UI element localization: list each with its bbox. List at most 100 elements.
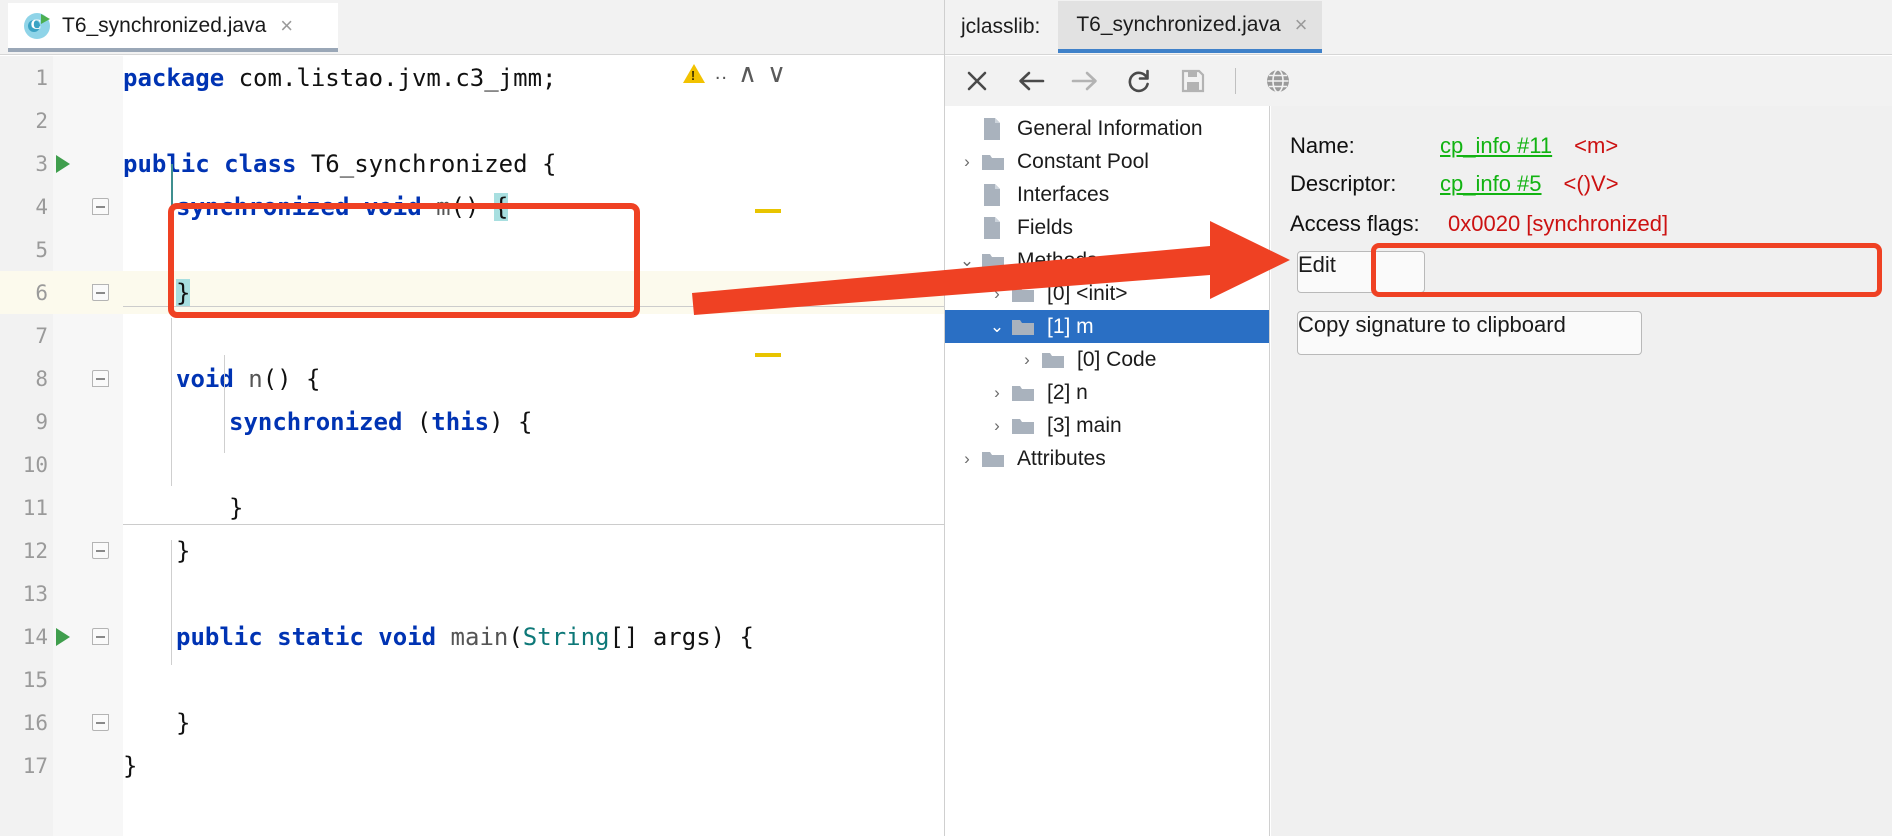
line-number: 16 <box>22 710 48 735</box>
code-line[interactable]: 13 <box>0 572 944 615</box>
code-line[interactable]: 14 public static void main(String[] args)… <box>0 615 944 658</box>
member-separator <box>123 306 944 307</box>
copy-signature-button[interactable]: Copy signature to clipboard <box>1297 311 1642 355</box>
chevron-down-icon[interactable]: ∨ <box>767 60 786 86</box>
folder-icon <box>1011 317 1039 337</box>
tree-item-0-code[interactable]: › [0] Code <box>945 343 1269 376</box>
code-line[interactable]: 5 <box>0 228 944 271</box>
tree-item-methods[interactable]: ⌄ Methods <box>945 244 1269 277</box>
globe-icon[interactable] <box>1262 65 1294 97</box>
fold-toggle-icon[interactable] <box>78 370 123 387</box>
line-number: 4 <box>35 194 48 219</box>
code-line[interactable]: 11} <box>0 486 944 529</box>
descriptor-value: <()V> <box>1563 171 1619 196</box>
code-line[interactable]: 1 package com.listao.jvm.c3_jmm; <box>0 56 944 99</box>
code-line[interactable]: 4 synchronized void m() { <box>0 185 944 228</box>
tree-item-label: Attributes <box>1017 446 1106 470</box>
run-gutter-icon[interactable] <box>48 627 78 646</box>
tree-item-attributes[interactable]: › Attributes <box>945 442 1269 475</box>
code-line[interactable]: 2 <box>0 99 944 142</box>
access-flags-value: 0x0020 [synchronized] <box>1448 211 1669 236</box>
code-line[interactable]: 12} <box>0 529 944 572</box>
code-line[interactable]: 10 <box>0 443 944 486</box>
code-line[interactable]: 16} <box>0 701 944 744</box>
line-number: 9 <box>35 409 48 434</box>
code-text: } <box>229 493 244 522</box>
code-line[interactable]: 3 public class T6_synchronized { <box>0 142 944 185</box>
tree-item-0-init[interactable]: › [0] <init> <box>945 277 1269 310</box>
close-icon[interactable]: × <box>1295 14 1308 36</box>
name-cp-link[interactable]: cp_info #11 <box>1440 133 1552 159</box>
file-icon <box>981 183 1009 207</box>
run-gutter-icon[interactable] <box>48 154 78 173</box>
java-class-icon: C <box>24 12 50 39</box>
name-value: <m> <box>1574 133 1619 158</box>
chevron-right-icon[interactable]: › <box>953 449 981 469</box>
code-line[interactable]: 8 void n() { <box>0 357 944 400</box>
code-line[interactable]: 9 synchronized (this) { <box>0 400 944 443</box>
line-number: 2 <box>35 108 48 133</box>
code-text: } <box>176 708 191 737</box>
forward-arrow-icon <box>1069 65 1101 97</box>
line-number: 13 <box>22 581 48 606</box>
close-icon[interactable] <box>961 65 993 97</box>
code-line[interactable]: 17} <box>0 744 944 787</box>
tree-item-fields[interactable]: Fields <box>945 211 1269 244</box>
line-number: 6 <box>35 280 48 305</box>
tree-item-label: Constant Pool <box>1017 149 1149 173</box>
fold-toggle-icon[interactable] <box>78 628 123 645</box>
line-number: 1 <box>35 65 48 90</box>
chevron-right-icon[interactable]: › <box>983 284 1011 304</box>
fold-toggle-icon[interactable] <box>78 198 123 215</box>
close-icon[interactable]: × <box>280 14 293 37</box>
line-number: 8 <box>35 366 48 391</box>
line-number: 5 <box>35 237 48 262</box>
tree-item-2-n[interactable]: › [2] n <box>945 376 1269 409</box>
editor-tab-label: T6_synchronized.java <box>62 13 267 37</box>
code-line[interactable]: 15 <box>0 658 944 701</box>
tree-item-interfaces[interactable]: Interfaces <box>945 178 1269 211</box>
inspection-widget: .. ∧ ∨ <box>682 60 786 86</box>
chevron-right-icon[interactable]: › <box>953 152 981 172</box>
fold-toggle-icon[interactable] <box>78 284 123 301</box>
code-line[interactable]: 7 <box>0 314 944 357</box>
toolbar-divider <box>1235 68 1236 94</box>
edit-button[interactable]: Edit <box>1297 251 1425 293</box>
tool-tab-t6-synchronized[interactable]: T6_synchronized.java × <box>1058 1 1322 53</box>
tree-item-label: [0] Code <box>1077 347 1157 371</box>
line-number: 11 <box>22 495 48 520</box>
refresh-icon[interactable] <box>1123 65 1155 97</box>
tree-item-1-m[interactable]: ⌄ [1] m <box>945 310 1269 343</box>
tree-item-label: [0] <init> <box>1047 281 1128 305</box>
tree-item-3-main[interactable]: › [3] main <box>945 409 1269 442</box>
chevron-down-icon[interactable]: ⌄ <box>953 251 981 271</box>
line-number: 17 <box>22 753 48 778</box>
chevron-right-icon[interactable]: › <box>983 383 1011 403</box>
tool-window-tab-strip: jclasslib: T6_synchronized.java × <box>945 0 1892 55</box>
code-text: synchronized void m() { <box>176 192 509 221</box>
detail-row-access-flags: Access flags: 0x0020 [synchronized] <box>1290 211 1668 237</box>
editor-tab-t6-synchronized[interactable]: C T6_synchronized.java × <box>8 3 338 52</box>
folder-icon <box>1011 284 1039 304</box>
code-line[interactable]: 6} <box>0 271 944 314</box>
fold-toggle-icon[interactable] <box>78 714 123 731</box>
tree-item-label: General Information <box>1017 116 1203 140</box>
descriptor-cp-link[interactable]: cp_info #5 <box>1440 171 1542 197</box>
tree-item-constant-pool[interactable]: › Constant Pool <box>945 145 1269 178</box>
folder-icon <box>1011 416 1039 436</box>
folder-icon <box>1041 350 1069 370</box>
tree-item-general-information[interactable]: General Information <box>945 112 1269 145</box>
inspection-dots: .. <box>714 61 728 84</box>
file-icon <box>981 117 1009 141</box>
folder-icon <box>981 152 1009 172</box>
classfile-tree[interactable]: General Information › Constant Pool Interfa… <box>945 106 1270 836</box>
member-separator <box>123 524 944 525</box>
chevron-up-icon[interactable]: ∧ <box>738 60 757 86</box>
chevron-down-icon[interactable]: ⌄ <box>983 317 1011 337</box>
back-arrow-icon[interactable] <box>1015 65 1047 97</box>
fold-toggle-icon[interactable] <box>78 542 123 559</box>
chevron-right-icon[interactable]: › <box>983 416 1011 436</box>
tool-tab-label: T6_synchronized.java <box>1076 13 1281 36</box>
chevron-right-icon[interactable]: › <box>1013 350 1041 370</box>
line-number: 3 <box>35 151 48 176</box>
